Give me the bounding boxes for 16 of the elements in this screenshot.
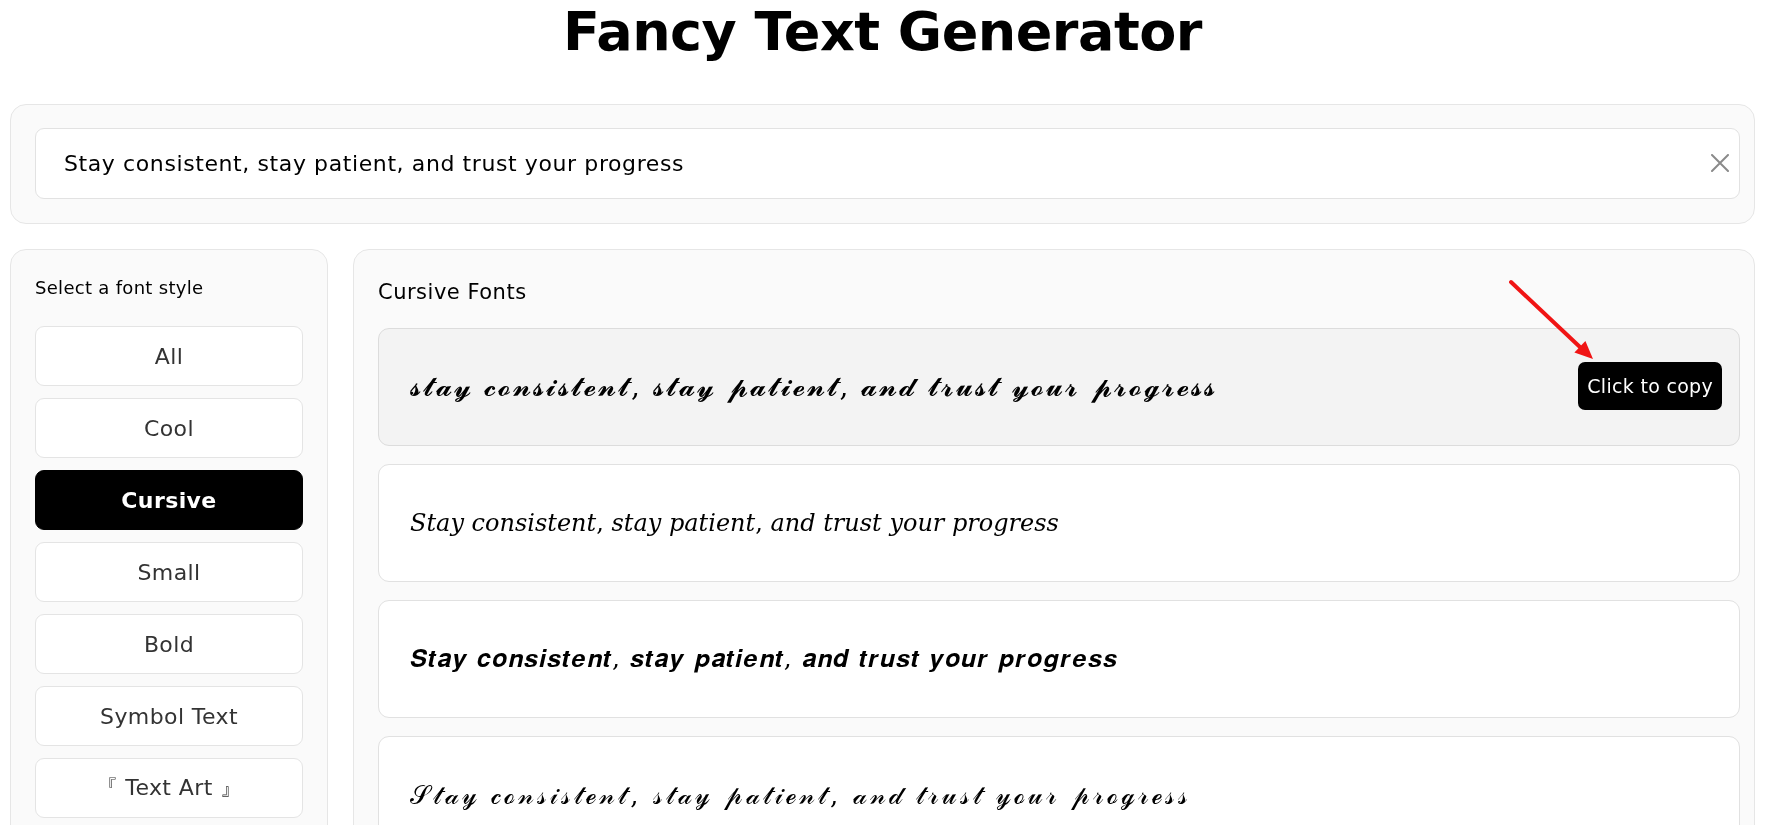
font-style-item[interactable]: Bold	[35, 614, 303, 674]
text-input[interactable]: Stay consistent, stay patient, and trust your progress	[35, 128, 1740, 199]
result-card[interactable]: 𝒮𝓉𝒶𝓎 𝒸ℴ𝓃𝓈𝒾𝓈𝓉ℯ𝓃𝓉, 𝓈𝓉𝒶𝓎 𝓅𝒶𝓉𝒾ℯ𝓃𝓉, 𝒶𝓃𝒹 𝓉𝓇𝓊𝓈𝓉 𝓎ℴ𝓊𝓇 𝓅𝓇ℴℊ𝓇ℯ𝓈𝓈	[378, 736, 1740, 825]
page-title: Fancy Text Generator	[563, 0, 1202, 64]
font-style-item[interactable]: Symbol Text	[35, 686, 303, 746]
font-style-item[interactable]: All	[35, 326, 303, 386]
close-icon[interactable]	[1711, 154, 1729, 172]
results-heading: Cursive Fonts	[378, 279, 527, 306]
font-style-item[interactable]: 『 Text Art 』	[35, 758, 303, 818]
sidebar-heading: Select a font style	[35, 276, 204, 300]
result-card[interactable]: 𝑺𝒕𝒂𝒚 𝒄𝒐𝒏𝒔𝒊𝒔𝒕𝒆𝒏𝒕, 𝒔𝒕𝒂𝒚 𝒑𝒂𝒕𝒊𝒆𝒏𝒕, 𝒂𝒏𝒅 𝒕𝒓𝒖𝒔𝒕 𝒚𝒐𝒖𝒓 𝒑𝒓𝒐𝒈𝒓𝒆𝒔𝒔	[378, 600, 1740, 718]
result-card[interactable]: 𝑆𝑡𝑎𝑦 𝑐𝑜𝑛𝑠𝑖𝑠𝑡𝑒𝑛𝑡, 𝑠𝑡𝑎𝑦 𝑝𝑎𝑡𝑖𝑒𝑛𝑡, 𝑎𝑛𝑑 𝑡𝑟𝑢𝑠𝑡 𝑦𝑜𝑢𝑟 𝑝𝑟𝑜𝑔𝑟𝑒𝑠𝑠	[378, 464, 1740, 582]
font-style-item[interactable]: Cool	[35, 398, 303, 458]
font-style-item[interactable]: Small	[35, 542, 303, 602]
font-style-item[interactable]: Cursive	[35, 470, 303, 530]
copy-tooltip: Click to copy	[1578, 362, 1722, 410]
